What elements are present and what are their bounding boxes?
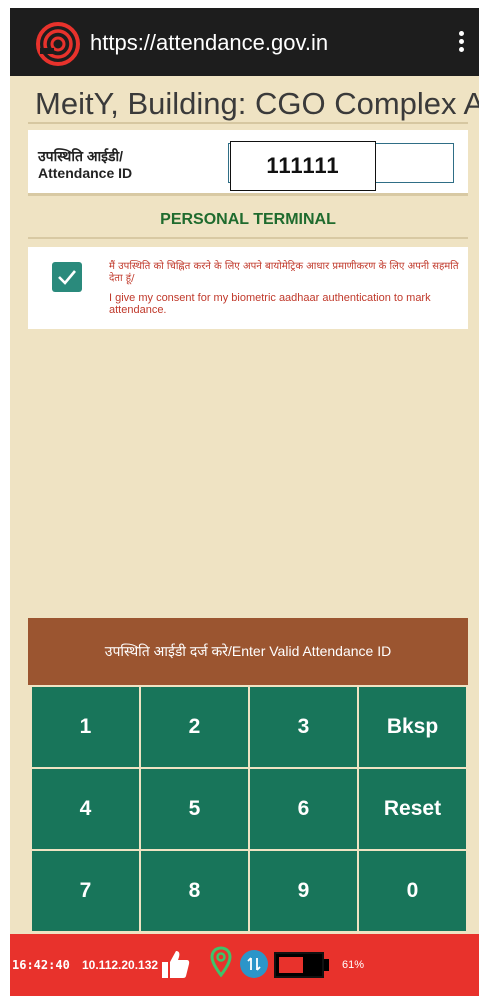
entry-prompt: उपस्थिति आईडी दर्ज करे/Enter Valid Atten…	[28, 618, 468, 685]
location-title: MeitY, Building: CGO Complex A	[35, 86, 479, 121]
key-1[interactable]: 1	[32, 687, 139, 767]
attendance-id-value[interactable]: 111111	[230, 141, 376, 191]
consent-text-hi: मैं उपस्थिति को चिह्नित करने के लिए अपने…	[109, 261, 459, 284]
app-frame: https://attendance.gov.in MeitY, Buildin…	[10, 8, 479, 996]
attendance-id-label: उपस्थिति आईडी/ Attendance ID	[38, 148, 132, 182]
attendance-logo-icon	[36, 22, 80, 66]
key-6[interactable]: 6	[250, 769, 357, 849]
backspace-button[interactable]: Bksp	[359, 687, 466, 767]
consent-checkbox[interactable]	[52, 262, 82, 292]
divider	[28, 122, 468, 124]
numeric-keypad: 1 2 3 Bksp 4 5 6 Reset 7 8 9 0	[30, 685, 468, 933]
check-icon	[58, 270, 76, 285]
terminal-label: PERSONAL TERMINAL	[28, 201, 468, 239]
key-3[interactable]: 3	[250, 687, 357, 767]
status-bar: 16:42:40 10.112.20.132 61%	[10, 934, 479, 996]
page-header: MeitY, Building: CGO Complex A	[10, 76, 479, 126]
battery-percent: 61%	[342, 959, 365, 971]
status-time: 16:42:40	[12, 958, 70, 972]
attendance-id-label-hi: उपस्थिति आईडी/	[38, 148, 124, 164]
battery-tip	[324, 959, 329, 971]
attendance-id-label-en: Attendance ID	[38, 165, 133, 181]
key-7[interactable]: 7	[32, 851, 139, 931]
key-4[interactable]: 4	[32, 769, 139, 849]
consent-text-en: I give my consent for my biometric aadha…	[109, 292, 431, 316]
browser-url-bar: https://attendance.gov.in	[10, 8, 479, 76]
key-8[interactable]: 8	[141, 851, 248, 931]
reset-button[interactable]: Reset	[359, 769, 466, 849]
location-pin-icon	[210, 946, 232, 978]
battery-level	[279, 957, 303, 973]
sync-icon	[240, 950, 268, 978]
thumbs-up-icon	[162, 951, 190, 978]
url-text[interactable]: https://attendance.gov.in	[90, 30, 328, 56]
consent-box: मैं उपस्थिति को चिह्नित करने के लिए अपने…	[28, 247, 468, 329]
battery-icon	[274, 952, 324, 978]
key-5[interactable]: 5	[141, 769, 248, 849]
key-0[interactable]: 0	[359, 851, 466, 931]
key-2[interactable]: 2	[141, 687, 248, 767]
key-9[interactable]: 9	[250, 851, 357, 931]
more-vert-icon[interactable]	[453, 28, 469, 56]
status-ip: 10.112.20.132	[82, 958, 159, 972]
